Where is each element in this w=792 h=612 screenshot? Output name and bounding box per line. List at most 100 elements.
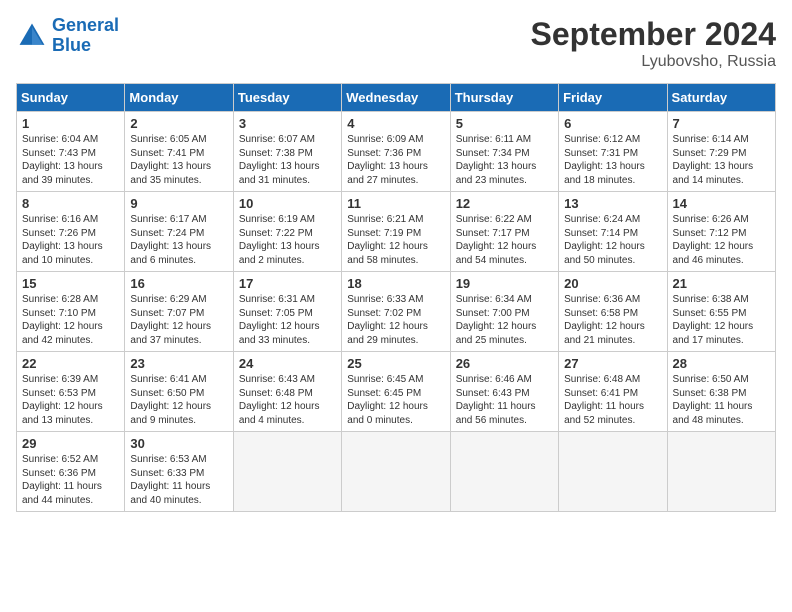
logo-icon xyxy=(16,20,48,52)
day-content: Sunrise: 6:05 AMSunset: 7:41 PMDaylight:… xyxy=(130,133,227,187)
page-header: General Blue September 2024 Lyubovsho, R… xyxy=(16,16,776,71)
day-number: 10 xyxy=(239,196,336,211)
day-content: Sunrise: 6:16 AMSunset: 7:26 PMDaylight:… xyxy=(22,213,119,267)
calendar-cell: 2 Sunrise: 6:05 AMSunset: 7:41 PMDayligh… xyxy=(125,112,233,192)
day-number: 20 xyxy=(564,276,661,291)
calendar-cell: 12 Sunrise: 6:22 AMSunset: 7:17 PMDaylig… xyxy=(450,192,558,272)
calendar-cell: 22 Sunrise: 6:39 AMSunset: 6:53 PMDaylig… xyxy=(17,352,125,432)
header-sunday: Sunday xyxy=(17,84,125,112)
logo-text: General Blue xyxy=(52,16,119,56)
calendar-week-1: 1 Sunrise: 6:04 AMSunset: 7:43 PMDayligh… xyxy=(17,112,776,192)
calendar-week-3: 15 Sunrise: 6:28 AMSunset: 7:10 PMDaylig… xyxy=(17,272,776,352)
calendar-cell: 27 Sunrise: 6:48 AMSunset: 6:41 PMDaylig… xyxy=(559,352,667,432)
calendar-cell: 19 Sunrise: 6:34 AMSunset: 7:00 PMDaylig… xyxy=(450,272,558,352)
day-number: 7 xyxy=(673,116,770,131)
day-number: 12 xyxy=(456,196,553,211)
day-content: Sunrise: 6:33 AMSunset: 7:02 PMDaylight:… xyxy=(347,293,444,347)
day-number: 13 xyxy=(564,196,661,211)
day-content: Sunrise: 6:28 AMSunset: 7:10 PMDaylight:… xyxy=(22,293,119,347)
day-number: 21 xyxy=(673,276,770,291)
header-thursday: Thursday xyxy=(450,84,558,112)
day-number: 14 xyxy=(673,196,770,211)
day-content: Sunrise: 6:38 AMSunset: 6:55 PMDaylight:… xyxy=(673,293,770,347)
calendar-cell: 15 Sunrise: 6:28 AMSunset: 7:10 PMDaylig… xyxy=(17,272,125,352)
day-number: 9 xyxy=(130,196,227,211)
calendar-cell: 17 Sunrise: 6:31 AMSunset: 7:05 PMDaylig… xyxy=(233,272,341,352)
day-content: Sunrise: 6:39 AMSunset: 6:53 PMDaylight:… xyxy=(22,373,119,427)
day-content: Sunrise: 6:50 AMSunset: 6:38 PMDaylight:… xyxy=(673,373,770,427)
month-title: September 2024 xyxy=(531,16,776,53)
day-content: Sunrise: 6:53 AMSunset: 6:33 PMDaylight:… xyxy=(130,453,227,507)
day-number: 27 xyxy=(564,356,661,371)
calendar-cell: 13 Sunrise: 6:24 AMSunset: 7:14 PMDaylig… xyxy=(559,192,667,272)
calendar-cell: 24 Sunrise: 6:43 AMSunset: 6:48 PMDaylig… xyxy=(233,352,341,432)
day-number: 23 xyxy=(130,356,227,371)
day-number: 18 xyxy=(347,276,444,291)
calendar-cell: 8 Sunrise: 6:16 AMSunset: 7:26 PMDayligh… xyxy=(17,192,125,272)
day-number: 2 xyxy=(130,116,227,131)
calendar-cell: 28 Sunrise: 6:50 AMSunset: 6:38 PMDaylig… xyxy=(667,352,775,432)
day-content: Sunrise: 6:26 AMSunset: 7:12 PMDaylight:… xyxy=(673,213,770,267)
weekday-header-row: Sunday Monday Tuesday Wednesday Thursday… xyxy=(17,84,776,112)
day-content: Sunrise: 6:36 AMSunset: 6:58 PMDaylight:… xyxy=(564,293,661,347)
day-content: Sunrise: 6:17 AMSunset: 7:24 PMDaylight:… xyxy=(130,213,227,267)
day-content: Sunrise: 6:14 AMSunset: 7:29 PMDaylight:… xyxy=(673,133,770,187)
calendar-cell: 26 Sunrise: 6:46 AMSunset: 6:43 PMDaylig… xyxy=(450,352,558,432)
day-number: 6 xyxy=(564,116,661,131)
day-number: 17 xyxy=(239,276,336,291)
logo: General Blue xyxy=(16,16,119,56)
calendar-week-2: 8 Sunrise: 6:16 AMSunset: 7:26 PMDayligh… xyxy=(17,192,776,272)
location-subtitle: Lyubovsho, Russia xyxy=(531,53,776,71)
calendar-cell: 30 Sunrise: 6:53 AMSunset: 6:33 PMDaylig… xyxy=(125,432,233,512)
day-number: 22 xyxy=(22,356,119,371)
day-number: 4 xyxy=(347,116,444,131)
title-area: September 2024 Lyubovsho, Russia xyxy=(531,16,776,71)
day-content: Sunrise: 6:04 AMSunset: 7:43 PMDaylight:… xyxy=(22,133,119,187)
header-saturday: Saturday xyxy=(667,84,775,112)
day-content: Sunrise: 6:52 AMSunset: 6:36 PMDaylight:… xyxy=(22,453,119,507)
day-number: 25 xyxy=(347,356,444,371)
day-content: Sunrise: 6:19 AMSunset: 7:22 PMDaylight:… xyxy=(239,213,336,267)
calendar-cell: 16 Sunrise: 6:29 AMSunset: 7:07 PMDaylig… xyxy=(125,272,233,352)
day-number: 11 xyxy=(347,196,444,211)
day-number: 19 xyxy=(456,276,553,291)
day-content: Sunrise: 6:31 AMSunset: 7:05 PMDaylight:… xyxy=(239,293,336,347)
calendar-cell: 14 Sunrise: 6:26 AMSunset: 7:12 PMDaylig… xyxy=(667,192,775,272)
day-number: 29 xyxy=(22,436,119,451)
day-number: 24 xyxy=(239,356,336,371)
calendar-cell: 23 Sunrise: 6:41 AMSunset: 6:50 PMDaylig… xyxy=(125,352,233,432)
calendar-cell xyxy=(233,432,341,512)
calendar-cell: 3 Sunrise: 6:07 AMSunset: 7:38 PMDayligh… xyxy=(233,112,341,192)
calendar-cell: 7 Sunrise: 6:14 AMSunset: 7:29 PMDayligh… xyxy=(667,112,775,192)
header-friday: Friday xyxy=(559,84,667,112)
calendar-cell: 18 Sunrise: 6:33 AMSunset: 7:02 PMDaylig… xyxy=(342,272,450,352)
day-content: Sunrise: 6:46 AMSunset: 6:43 PMDaylight:… xyxy=(456,373,553,427)
day-content: Sunrise: 6:34 AMSunset: 7:00 PMDaylight:… xyxy=(456,293,553,347)
calendar-week-5: 29 Sunrise: 6:52 AMSunset: 6:36 PMDaylig… xyxy=(17,432,776,512)
day-content: Sunrise: 6:21 AMSunset: 7:19 PMDaylight:… xyxy=(347,213,444,267)
header-wednesday: Wednesday xyxy=(342,84,450,112)
calendar-cell: 10 Sunrise: 6:19 AMSunset: 7:22 PMDaylig… xyxy=(233,192,341,272)
calendar-cell: 11 Sunrise: 6:21 AMSunset: 7:19 PMDaylig… xyxy=(342,192,450,272)
day-number: 15 xyxy=(22,276,119,291)
calendar-cell xyxy=(667,432,775,512)
day-number: 16 xyxy=(130,276,227,291)
day-content: Sunrise: 6:12 AMSunset: 7:31 PMDaylight:… xyxy=(564,133,661,187)
day-number: 30 xyxy=(130,436,227,451)
calendar-cell: 5 Sunrise: 6:11 AMSunset: 7:34 PMDayligh… xyxy=(450,112,558,192)
day-content: Sunrise: 6:29 AMSunset: 7:07 PMDaylight:… xyxy=(130,293,227,347)
header-monday: Monday xyxy=(125,84,233,112)
calendar-cell: 9 Sunrise: 6:17 AMSunset: 7:24 PMDayligh… xyxy=(125,192,233,272)
calendar-cell xyxy=(450,432,558,512)
day-content: Sunrise: 6:45 AMSunset: 6:45 PMDaylight:… xyxy=(347,373,444,427)
day-number: 28 xyxy=(673,356,770,371)
day-content: Sunrise: 6:09 AMSunset: 7:36 PMDaylight:… xyxy=(347,133,444,187)
day-content: Sunrise: 6:48 AMSunset: 6:41 PMDaylight:… xyxy=(564,373,661,427)
day-content: Sunrise: 6:41 AMSunset: 6:50 PMDaylight:… xyxy=(130,373,227,427)
day-content: Sunrise: 6:43 AMSunset: 6:48 PMDaylight:… xyxy=(239,373,336,427)
day-number: 1 xyxy=(22,116,119,131)
calendar-cell xyxy=(559,432,667,512)
calendar-cell: 20 Sunrise: 6:36 AMSunset: 6:58 PMDaylig… xyxy=(559,272,667,352)
calendar-cell: 21 Sunrise: 6:38 AMSunset: 6:55 PMDaylig… xyxy=(667,272,775,352)
day-number: 3 xyxy=(239,116,336,131)
